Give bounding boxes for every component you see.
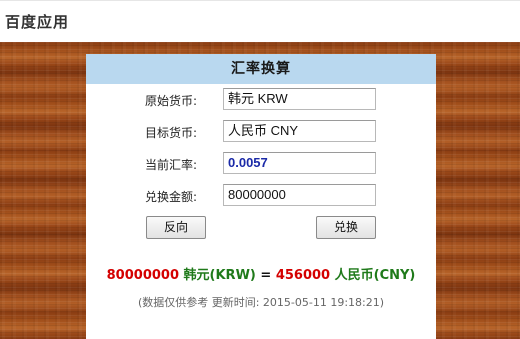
result-to-currency: 人民币(CNY) (334, 268, 416, 283)
result-equals-sign: = (260, 268, 272, 283)
source-currency-input[interactable]: 韩元 KRW (223, 88, 376, 110)
source-currency-row: 原始货币: 韩元 KRW (86, 88, 436, 112)
result-from-amount: 80000000 (106, 268, 180, 283)
reverse-button[interactable]: 反向 (146, 216, 206, 239)
result-to-amount: 456000 (275, 268, 331, 283)
app-title: 百度应用 (5, 13, 70, 31)
result-from-currency: 韩元(KRW) (183, 268, 256, 283)
exchange-rate-row: 当前汇率: 0.0057 (86, 152, 436, 176)
source-currency-label: 原始货币: (145, 94, 198, 108)
target-currency-label: 目标货币: (145, 126, 198, 140)
amount-input[interactable]: 80000000 (223, 184, 376, 206)
exchange-rate-input[interactable]: 0.0057 (223, 152, 376, 174)
exchange-rate-label: 当前汇率: (145, 158, 198, 172)
amount-label: 兑换金额: (145, 190, 198, 204)
target-currency-input[interactable]: 人民币 CNY (223, 120, 376, 142)
conversion-result: 80000000 韩元(KRW) = 456000 人民币(CNY) (86, 264, 436, 283)
page-root: 百度应用 汇率换算 原始货币: 韩元 KRW 目标货币: 人民币 CNY 当前汇… (0, 0, 520, 339)
exchange-converter-card: 汇率换算 原始货币: 韩元 KRW 目标货币: 人民币 CNY 当前汇率: 0.… (86, 54, 436, 339)
converter-title: 汇率换算 (86, 54, 436, 84)
disclaimer-note: (数据仅供参考 更新时间: 2015-05-11 19:18:21) (137, 296, 385, 309)
target-currency-row: 目标货币: 人民币 CNY (86, 120, 436, 144)
convert-button[interactable]: 兑换 (316, 216, 376, 239)
app-header: 百度应用 (0, 0, 520, 42)
amount-row: 兑换金额: 80000000 (86, 184, 436, 208)
